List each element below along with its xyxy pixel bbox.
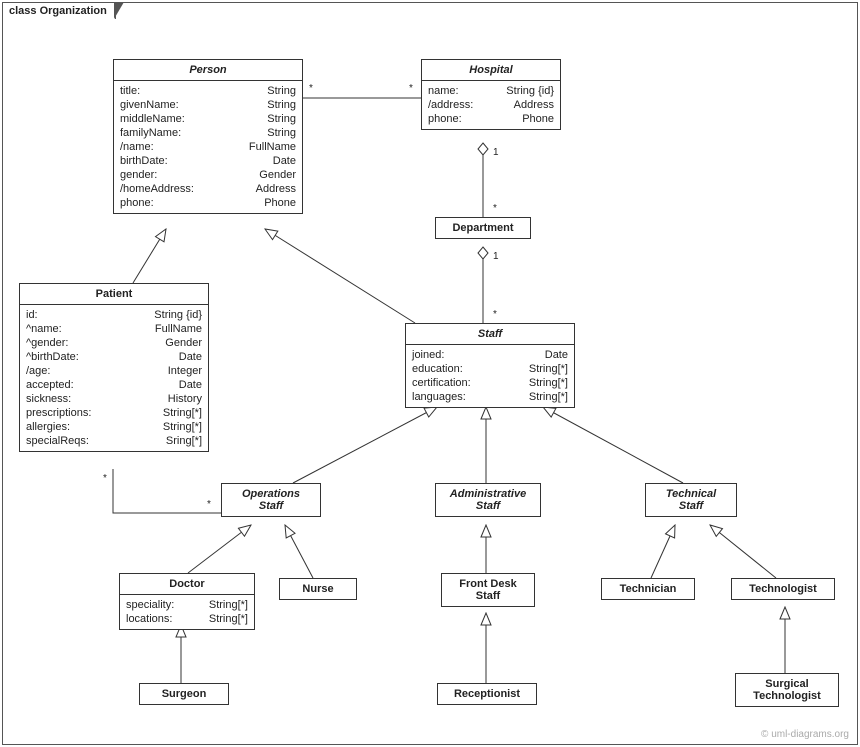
attr-row: education:String[*]	[412, 362, 568, 376]
class-staff: Staff joined:Dateeducation:String[*]cert…	[405, 323, 575, 408]
class-doctor-title: Doctor	[120, 574, 254, 595]
class-patient-attrs: id:String {id}^name:FullName^gender:Gend…	[20, 305, 208, 451]
attr-row: /age:Integer	[26, 364, 202, 378]
attr-row: givenName:String	[120, 98, 296, 112]
class-staff-attrs: joined:Dateeducation:String[*]certificat…	[406, 345, 574, 407]
attr-row: familyName:String	[120, 126, 296, 140]
attr-row: joined:Date	[412, 348, 568, 362]
mult-hosp-dept-s: *	[493, 203, 497, 214]
class-hospital-attrs: name:String {id}/address:Addressphone:Ph…	[422, 81, 560, 129]
class-front-desk: Front Desk Staff	[441, 573, 535, 607]
attr-row: name:String {id}	[428, 84, 554, 98]
attr-row: accepted:Date	[26, 378, 202, 392]
class-ops-staff: Operations Staff	[221, 483, 321, 517]
class-staff-title: Staff	[406, 324, 574, 345]
attr-row: speciality:String[*]	[126, 598, 248, 612]
class-department-title: Department	[436, 218, 530, 238]
attr-row: gender:Gender	[120, 168, 296, 182]
class-doctor: Doctor speciality:String[*]locations:Str…	[119, 573, 255, 630]
attr-row: title:String	[120, 84, 296, 98]
class-technologist-title: Technologist	[732, 579, 834, 599]
attr-row: phone:Phone	[428, 112, 554, 126]
attr-row: ^name:FullName	[26, 322, 202, 336]
class-nurse-title: Nurse	[280, 579, 356, 599]
attr-row: allergies:String[*]	[26, 420, 202, 434]
class-technician: Technician	[601, 578, 695, 600]
mult-dept-staff-s: *	[493, 309, 497, 320]
attr-row: /name:FullName	[120, 140, 296, 154]
class-patient-title: Patient	[20, 284, 208, 305]
class-receptionist: Receptionist	[437, 683, 537, 705]
frame-title-text: class Organization	[9, 5, 107, 17]
mult-pat-ops-p: *	[103, 473, 107, 484]
class-admin-staff: Administrative Staff	[435, 483, 541, 517]
mult-dept-staff-1: 1	[493, 251, 499, 262]
class-department: Department	[435, 217, 531, 239]
class-ops-staff-title: Operations Staff	[222, 484, 320, 516]
mult-hosp-dept-1: 1	[493, 147, 499, 158]
credit-text: © uml-diagrams.org	[761, 729, 849, 740]
attr-row: birthDate:Date	[120, 154, 296, 168]
class-surg-tech-title: Surgical Technologist	[736, 674, 838, 706]
frame-title: class Organization	[2, 2, 116, 19]
attr-row: id:String {id}	[26, 308, 202, 322]
class-technologist: Technologist	[731, 578, 835, 600]
class-tech-staff: Technical Staff	[645, 483, 737, 517]
class-tech-staff-title: Technical Staff	[646, 484, 736, 516]
attr-row: middleName:String	[120, 112, 296, 126]
class-front-desk-title: Front Desk Staff	[442, 574, 534, 606]
attr-row: locations:String[*]	[126, 612, 248, 626]
class-patient: Patient id:String {id}^name:FullName^gen…	[19, 283, 209, 452]
mult-pat-ops-o: *	[207, 499, 211, 510]
class-admin-staff-title: Administrative Staff	[436, 484, 540, 516]
attr-row: /address:Address	[428, 98, 554, 112]
class-receptionist-title: Receptionist	[438, 684, 536, 704]
class-person-title: Person	[114, 60, 302, 81]
class-doctor-attrs: speciality:String[*]locations:String[*]	[120, 595, 254, 629]
class-person-attrs: title:StringgivenName:StringmiddleName:S…	[114, 81, 302, 213]
attr-row: ^gender:Gender	[26, 336, 202, 350]
mult-person-hosp-l: *	[309, 83, 313, 94]
class-hospital-title: Hospital	[422, 60, 560, 81]
class-person: Person title:StringgivenName:Stringmiddl…	[113, 59, 303, 214]
uml-frame: class Organization	[2, 2, 858, 745]
class-surg-tech: Surgical Technologist	[735, 673, 839, 707]
attr-row: sickness:History	[26, 392, 202, 406]
attr-row: phone:Phone	[120, 196, 296, 210]
mult-person-hosp-r: *	[409, 83, 413, 94]
class-hospital: Hospital name:String {id}/address:Addres…	[421, 59, 561, 130]
attr-row: certification:String[*]	[412, 376, 568, 390]
attr-row: /homeAddress:Address	[120, 182, 296, 196]
attr-row: ^birthDate:Date	[26, 350, 202, 364]
attr-row: specialReqs:Sring[*]	[26, 434, 202, 448]
class-nurse: Nurse	[279, 578, 357, 600]
class-technician-title: Technician	[602, 579, 694, 599]
attr-row: languages:String[*]	[412, 390, 568, 404]
class-surgeon: Surgeon	[139, 683, 229, 705]
class-surgeon-title: Surgeon	[140, 684, 228, 704]
attr-row: prescriptions:String[*]	[26, 406, 202, 420]
